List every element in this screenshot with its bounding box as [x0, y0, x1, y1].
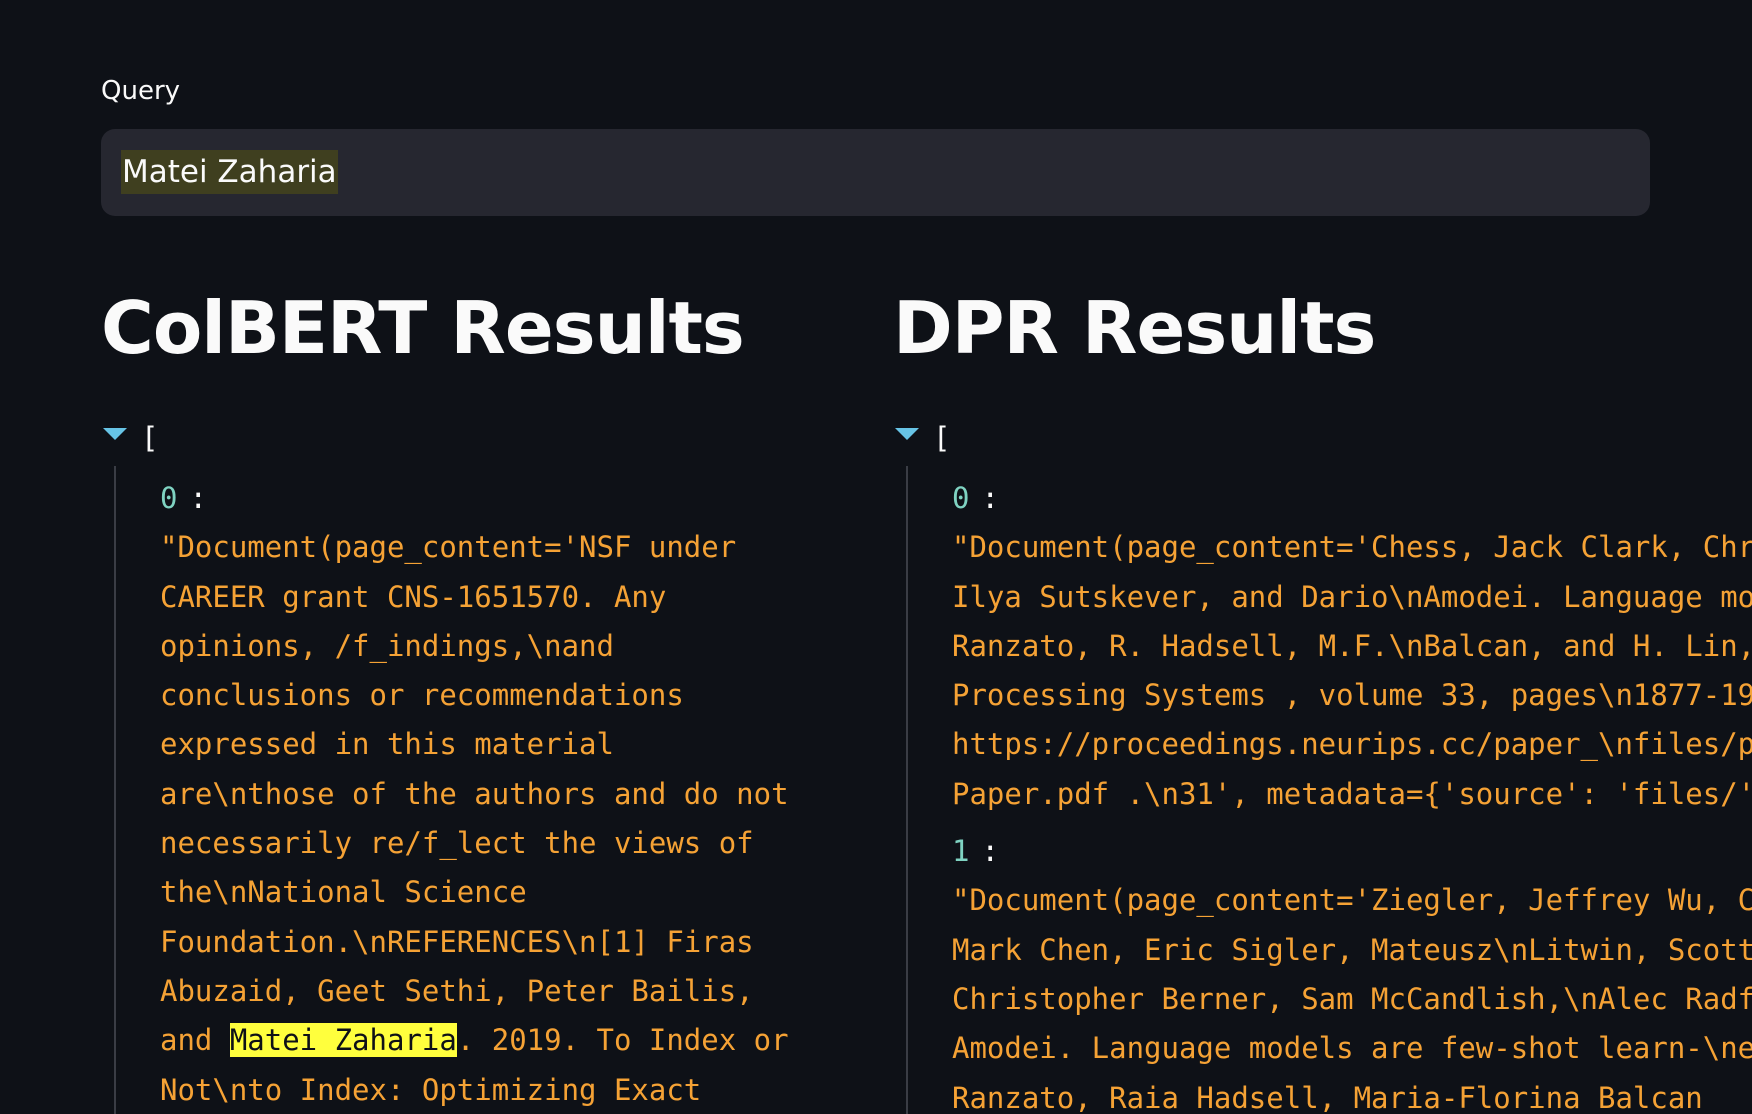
colbert-result-document: "Document(page_content='NSF under CAREER…	[160, 523, 789, 1114]
colbert-results-list: 0: "Document(page_content='NSF under CAR…	[160, 474, 789, 1114]
query-match-highlight: Matei Zaharia	[229, 1023, 457, 1058]
colbert-results-column: ColBERT Results [ 0: "Document(page_cont…	[101, 0, 861, 1114]
colbert-collapse-toggle-icon[interactable]	[103, 428, 127, 440]
dpr-result-document: "Document(page_content='Chess, Jack Clar…	[952, 530, 1752, 811]
dpr-result-item: 0: "Document(page_content='Chess, Jack C…	[952, 474, 1752, 819]
dpr-open-bracket: [	[933, 421, 951, 455]
colbert-result-item: 0: "Document(page_content='NSF under CAR…	[160, 474, 789, 1114]
dpr-results-list: 0: "Document(page_content='Chess, Jack C…	[952, 474, 1752, 1114]
colbert-results-title: ColBERT Results	[101, 286, 745, 370]
app-page: Query Matei Zaharia ColBERT Results [ 0:…	[0, 0, 1752, 1114]
colbert-result-text-before: "Document(page_content='NSF under CAREER…	[160, 530, 789, 1058]
colbert-open-bracket: [	[141, 421, 159, 455]
dpr-collapse-toggle-icon[interactable]	[895, 428, 919, 440]
dpr-result-index: 0:	[952, 481, 999, 515]
dpr-result-index: 1:	[952, 834, 999, 869]
colbert-tree-guide-line	[114, 466, 116, 1114]
dpr-tree-guide-line	[906, 466, 908, 1114]
dpr-result-item: 1: "Document(page_content='Ziegler, Jeff…	[952, 827, 1752, 1114]
dpr-results-column: DPR Results [ 0: "Document(page_content=…	[893, 0, 1752, 1114]
dpr-results-title: DPR Results	[893, 286, 1376, 370]
colbert-result-index: 0:	[160, 481, 207, 515]
dpr-result-document: "Document(page_content='Ziegler, Jeffrey…	[952, 883, 1752, 1114]
